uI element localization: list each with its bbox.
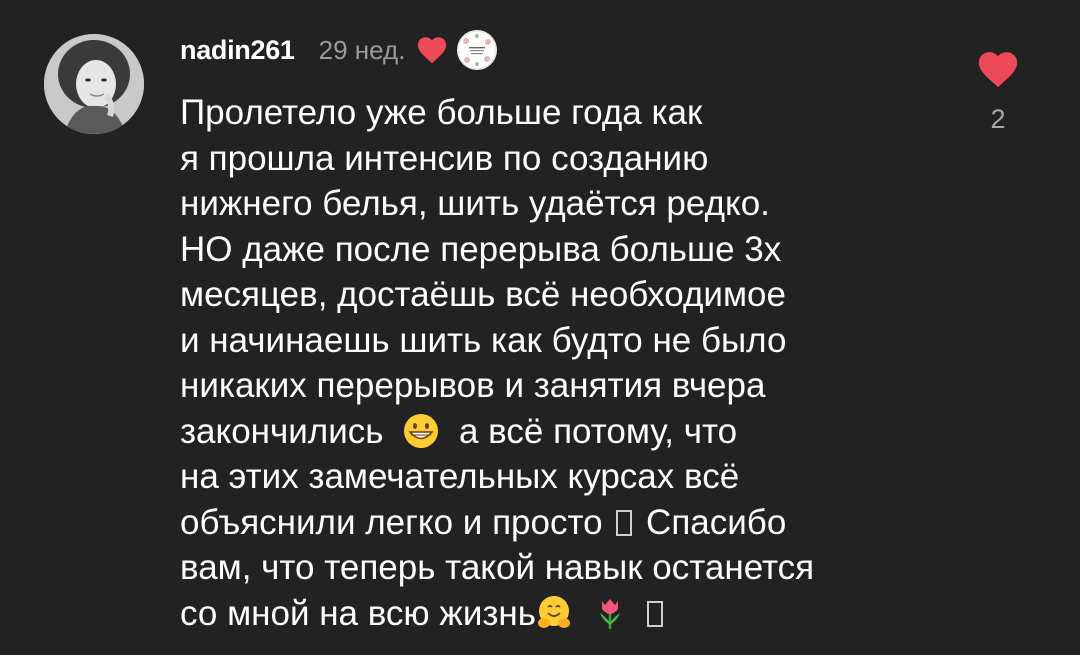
- avatar[interactable]: [44, 34, 144, 134]
- comment-header: nadin261 29 нед.: [180, 30, 498, 70]
- missing-glyph-box: [647, 600, 664, 627]
- comment-text-segment: объяснили легко и просто: [180, 502, 603, 542]
- comment-line: я прошла интенсив по созданию: [180, 138, 709, 178]
- comment-line-with-emoji: закончились а всё потому, что: [180, 409, 940, 455]
- heart-icon[interactable]: [975, 46, 1021, 90]
- comment-text-segment: закончились: [180, 411, 384, 451]
- like-count: 2: [990, 104, 1006, 134]
- grinning-face-emoji: [403, 413, 439, 449]
- comment-text-segment: со мной на всю жизнь: [180, 593, 536, 633]
- comment-text-segment: а всё потому, что: [458, 411, 738, 451]
- comment-line: никаких перерывов и занятия вчера: [180, 366, 766, 405]
- author-liked-heart-icon: [415, 33, 449, 67]
- comment-line-with-emoji: со мной на всю жизнь: [180, 591, 940, 637]
- username[interactable]: nadin261: [180, 35, 295, 66]
- comment-item: nadin261 29 нед. Пролетело уже больше го…: [0, 0, 1080, 655]
- missing-glyph-box: [616, 509, 633, 536]
- tulip-emoji: [592, 595, 628, 631]
- timestamp: 29 нед.: [318, 34, 406, 65]
- comment-line: на этих замечательных курсах всё: [180, 457, 740, 496]
- comment-line: Пролетело уже больше года как: [180, 93, 703, 132]
- comment-line: нижнего белья, шить удаётся редко.: [180, 184, 770, 223]
- comment-line: вам, что теперь такой навык останется: [180, 548, 815, 587]
- author-avatar-icon: [457, 30, 498, 70]
- comment-text-segment: Спасибо: [646, 502, 787, 542]
- comment-line: НО даже после перерыва больше 3х: [180, 229, 782, 269]
- comment-line: и начинаешь шить как будто не было: [180, 320, 787, 360]
- hugging-face-emoji: [536, 595, 572, 631]
- like-column: 2: [966, 46, 1030, 135]
- comment-text: Пролетело уже больше года как я прошла и…: [180, 90, 940, 636]
- comment-line: месяцев, достаёшь всё необходимое: [180, 275, 786, 314]
- comment-line-with-glyph: объяснили легко и просто Спасибо: [180, 500, 940, 546]
